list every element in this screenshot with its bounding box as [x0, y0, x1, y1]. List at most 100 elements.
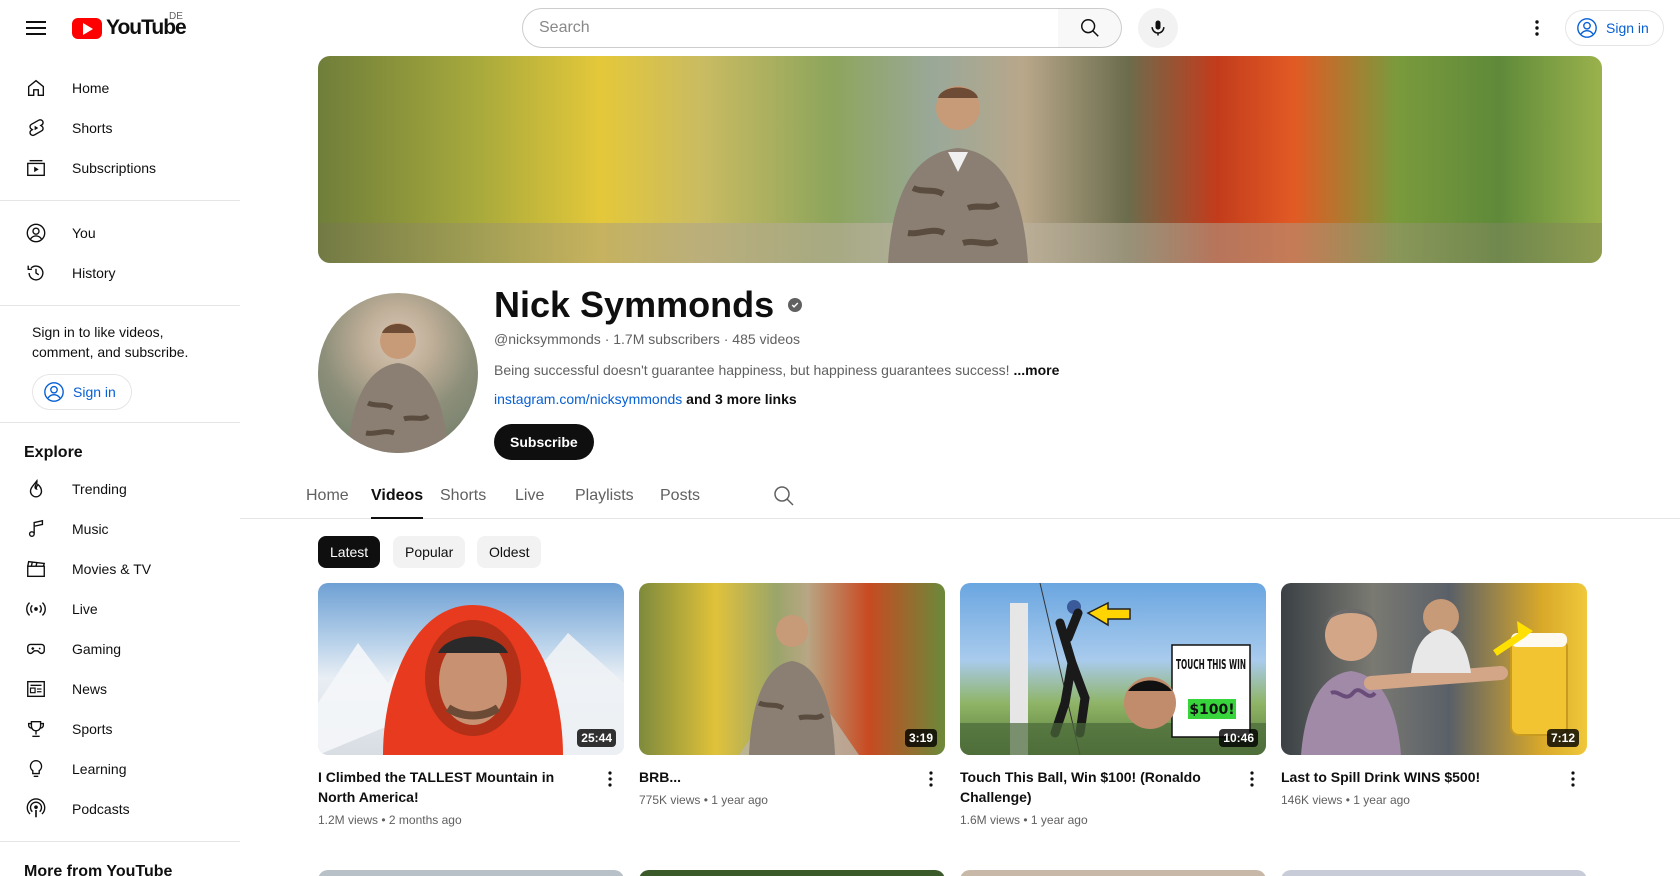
- tab-playlists[interactable]: Playlists: [575, 474, 634, 518]
- sidebar-item-music[interactable]: Music: [0, 509, 240, 549]
- view-count: 146K views: [1281, 793, 1343, 807]
- sidebar-item-live[interactable]: Live: [0, 589, 240, 629]
- tab-shorts[interactable]: Shorts: [440, 474, 486, 518]
- chip-latest[interactable]: Latest: [318, 536, 381, 568]
- video-thumbnail[interactable]: 25:44: [318, 583, 624, 755]
- news-icon: [24, 677, 48, 701]
- sidebar-item-shorts[interactable]: Shorts: [0, 108, 240, 148]
- chip-oldest[interactable]: Oldest: [477, 536, 542, 568]
- description-text: Being successful doesn't guarantee happi…: [494, 362, 1010, 378]
- shorts-icon: [24, 116, 48, 140]
- more-vert-icon: [929, 771, 933, 787]
- sidebar-item-label: Subscriptions: [72, 160, 157, 176]
- sidebar-item-news[interactable]: News: [0, 669, 240, 709]
- upload-age: 1 year ago: [1353, 793, 1410, 807]
- video-thumbnail[interactable]: 7:12: [1281, 583, 1587, 755]
- sidebar-item-learning[interactable]: Learning: [0, 749, 240, 789]
- video-card[interactable]: 7:12 Last to Spill Drink WINS $500! 146K…: [1281, 583, 1587, 807]
- video-thumbnail-partial[interactable]: [1281, 870, 1587, 876]
- tab-posts[interactable]: Posts: [660, 474, 700, 518]
- video-action-menu[interactable]: [919, 767, 943, 791]
- sign-in-prompt: Sign in to like videos, comment, and sub…: [32, 324, 189, 360]
- search-button[interactable]: [1058, 8, 1122, 48]
- learning-icon: [24, 757, 48, 781]
- video-title[interactable]: Last to Spill Drink WINS $500!: [1281, 767, 1551, 787]
- video-card[interactable]: 3:19 BRB... 775K views • 1 year ago: [639, 583, 945, 807]
- search-icon: [1080, 19, 1099, 37]
- video-card[interactable]: 25:44 I Climbed the TALLEST Mountain in …: [318, 583, 624, 827]
- tab-home[interactable]: Home: [306, 474, 349, 518]
- sidebar-item-label: Shorts: [72, 120, 113, 136]
- tab-live[interactable]: Live: [515, 474, 544, 518]
- sidebar-divider: [0, 422, 240, 423]
- video-thumbnail[interactable]: TOUCH THIS WIN $100! 10:46: [960, 583, 1266, 755]
- video-title[interactable]: Touch This Ball, Win $100! (Ronaldo Chal…: [960, 767, 1230, 807]
- sign-in-label: Sign in: [1606, 20, 1649, 36]
- sidebar-item-gaming[interactable]: Gaming: [0, 629, 240, 669]
- region-code: DE: [169, 11, 183, 22]
- sidebar-divider: [0, 841, 240, 842]
- chip-popular[interactable]: Popular: [393, 536, 466, 568]
- channel-title: Nick Symmonds: [494, 283, 803, 327]
- sidebar-item-history[interactable]: History: [0, 253, 240, 293]
- sidebar-divider: [0, 305, 240, 306]
- sidebar-item-you[interactable]: You: [0, 213, 240, 253]
- sign-in-button[interactable]: Sign in: [1565, 10, 1664, 46]
- sign-in-label: Sign in: [73, 384, 116, 400]
- sidebar-item-trending[interactable]: Trending: [0, 469, 240, 509]
- youtube-logo[interactable]: YouTube DE: [72, 11, 187, 40]
- instagram-link[interactable]: instagram.com/nicksymmonds: [494, 391, 682, 407]
- video-title[interactable]: BRB...: [639, 767, 909, 787]
- sidebar-item-label: You: [72, 225, 96, 241]
- video-duration: 3:19: [904, 729, 937, 747]
- sidebar-item-label: Live: [72, 601, 98, 617]
- gaming-icon: [24, 637, 48, 661]
- video-thumbnail[interactable]: 3:19: [639, 583, 945, 755]
- masthead: YouTube DE Sign in: [0, 0, 1680, 56]
- history-icon: [24, 261, 48, 285]
- sidebar-item-label: Trending: [72, 481, 127, 497]
- video-thumbnail-partial[interactable]: [960, 870, 1266, 876]
- description-more-link[interactable]: ...more: [1013, 362, 1059, 378]
- channel-search-icon[interactable]: [772, 484, 796, 508]
- video-thumbnail-partial[interactable]: [639, 870, 945, 876]
- search-input[interactable]: [539, 19, 1058, 37]
- sidebar-item-subscriptions[interactable]: Subscriptions: [0, 148, 240, 188]
- sidebar-item-home[interactable]: Home: [0, 68, 240, 108]
- video-meta: 1.2M views • 2 months ago: [318, 813, 462, 827]
- voice-search-button[interactable]: [1138, 8, 1178, 48]
- channel-meta: @nicksymmonds · 1.7M subscribers · 485 v…: [494, 331, 801, 347]
- video-card[interactable]: TOUCH THIS WIN $100! 10:46 Touch This Ba…: [960, 583, 1266, 827]
- video-title[interactable]: I Climbed the TALLEST Mountain in North …: [318, 767, 588, 807]
- sidebar-item-label: Gaming: [72, 641, 122, 657]
- sports-icon: [24, 717, 48, 741]
- sidebar-item-movies[interactable]: Movies & TV: [0, 549, 240, 589]
- tab-videos[interactable]: Videos: [371, 474, 424, 519]
- channel-name: Nick Symmonds: [494, 284, 775, 325]
- more-links-link[interactable]: and 3 more links: [686, 391, 796, 407]
- sidebar-item-podcasts[interactable]: Podcasts: [0, 789, 240, 829]
- menu-icon[interactable]: [20, 16, 52, 40]
- sidebar-item-label: Learning: [72, 761, 127, 777]
- video-action-menu[interactable]: [1240, 767, 1264, 791]
- subscriber-count: 1.7M subscribers: [613, 331, 720, 347]
- upload-age: 1 year ago: [711, 793, 768, 807]
- video-action-menu[interactable]: [1561, 767, 1585, 791]
- microphone-icon: [1151, 20, 1165, 36]
- video-action-menu[interactable]: [598, 767, 622, 791]
- sidebar-item-sports[interactable]: Sports: [0, 709, 240, 749]
- video-thumbnail-partial[interactable]: [318, 870, 624, 876]
- search-box[interactable]: [522, 8, 1059, 48]
- sidebar-sign-in-button[interactable]: Sign in: [32, 374, 132, 410]
- verified-badge-icon: [788, 298, 803, 312]
- settings-menu-button[interactable]: [1525, 12, 1549, 44]
- explore-heading: Explore: [24, 444, 83, 461]
- thumbnail-image: [1301, 599, 1568, 755]
- subscribe-button[interactable]: Subscribe: [494, 424, 594, 460]
- view-count: 775K views: [639, 793, 701, 807]
- channel-description[interactable]: Being successful doesn't guarantee happi…: [494, 362, 1059, 378]
- podcasts-icon: [24, 797, 48, 821]
- view-count: 1.2M views: [318, 813, 379, 827]
- live-icon: [24, 597, 48, 621]
- account-icon: [1577, 18, 1597, 38]
